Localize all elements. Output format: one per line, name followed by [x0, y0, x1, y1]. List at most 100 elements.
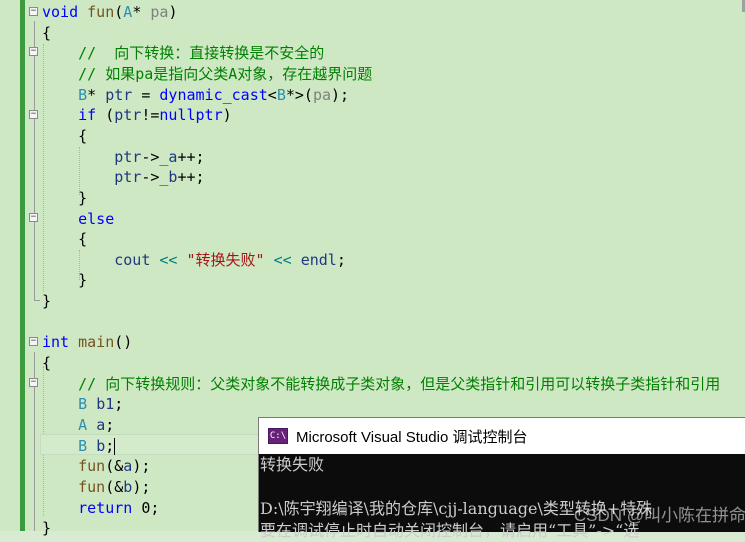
code-token: main [78, 333, 115, 352]
code-line[interactable]: B b; [42, 436, 116, 457]
code-token: != [141, 106, 160, 125]
code-token: nullptr [159, 106, 223, 125]
code-token: B [276, 85, 286, 104]
code-line[interactable]: cout << "转换失败" << endl; [42, 250, 346, 271]
code-token: (& [105, 457, 124, 476]
code-token: ); [132, 477, 151, 496]
code-token: * [132, 3, 151, 21]
code-token: dynamic_cast [159, 85, 268, 104]
code-line[interactable]: } [42, 188, 87, 209]
code-token: (& [105, 477, 124, 496]
code-line[interactable]: } [42, 270, 87, 291]
code-token: ) [168, 3, 178, 21]
code-line[interactable]: // 向下转换规则：父类对象不能转换成子类对象，但是父类指针和引用可以转换子类指… [42, 374, 720, 395]
code-token: ++; [177, 168, 205, 187]
code-token: } [42, 188, 88, 207]
code-token: a [96, 416, 106, 434]
code-token: endl [300, 250, 337, 269]
console-output: 转换失败 D:\陈宇翔编译\我的仓库\cjj-language\类型转换+特殊 … [259, 454, 745, 542]
fold-guide-else [34, 227, 35, 288]
code-token: { [42, 230, 88, 249]
code-token: B [42, 85, 88, 104]
code-line[interactable]: fun(&b); [42, 477, 150, 498]
code-token: ptr [42, 168, 142, 187]
code-line[interactable]: return 0; [42, 498, 159, 519]
code-line[interactable]: { [42, 126, 87, 147]
code-token: } [42, 292, 52, 311]
text-caret [114, 437, 116, 455]
code-token: // 向下转换：直接转换是不安全的 [42, 44, 325, 63]
collapse-if-icon[interactable]: − [29, 110, 38, 119]
code-token: ; [336, 250, 346, 269]
code-token: << [159, 250, 178, 269]
code-line[interactable]: fun(&a); [42, 456, 150, 477]
code-token: A [123, 3, 133, 21]
code-token: -> [141, 168, 160, 187]
code-line[interactable]: { [42, 353, 51, 374]
code-token: -> [141, 147, 160, 166]
collapse-comment-icon[interactable]: − [29, 47, 38, 56]
code-token: A [42, 416, 97, 434]
code-token: ++; [177, 147, 205, 166]
code-token: { [42, 354, 52, 373]
code-token: a [123, 457, 133, 476]
debug-console-window[interactable]: C:\ Microsoft Visual Studio 调试控制台 转换失败 D… [258, 417, 745, 540]
code-token: { [42, 23, 52, 42]
console-title-bar[interactable]: C:\ Microsoft Visual Studio 调试控制台 [259, 418, 745, 454]
code-token: B [42, 395, 97, 414]
code-token: pa [150, 3, 169, 21]
code-token: _b [159, 168, 178, 187]
code-token: << [273, 250, 292, 269]
code-token: ptr [114, 106, 142, 125]
code-line[interactable]: void fun(A* pa) [42, 2, 177, 23]
code-line[interactable]: ptr->_b++; [42, 167, 205, 188]
code-token: return [42, 498, 142, 517]
code-token: ptr [42, 147, 142, 166]
code-token: if [42, 106, 97, 125]
code-line[interactable]: if (ptr!=nullptr) [42, 105, 232, 126]
collapse-else-icon[interactable]: − [29, 213, 38, 222]
code-token: ( [114, 3, 124, 21]
fold-guide-if [34, 122, 35, 201]
code-token: _a [159, 147, 178, 166]
code-line[interactable]: A a; [42, 415, 114, 436]
code-line[interactable]: } [42, 518, 51, 539]
code-token: b [96, 436, 106, 455]
code-line[interactable]: B* ptr = dynamic_cast<B*>(pa); [42, 85, 349, 106]
code-line[interactable]: // 向下转换：直接转换是不安全的 [42, 43, 324, 64]
code-line[interactable]: B b1; [42, 394, 123, 415]
code-line[interactable]: else [42, 209, 114, 230]
code-line[interactable]: { [42, 23, 51, 44]
code-token: else [42, 209, 115, 228]
collapse-comment-main-icon[interactable]: − [29, 378, 38, 387]
code-line[interactable]: ptr->_a++; [42, 147, 205, 168]
code-token: ); [331, 85, 350, 104]
code-token: * [87, 85, 106, 104]
code-token: ; [114, 395, 124, 414]
collapse-fun-icon[interactable]: − [29, 7, 38, 16]
code-token: } [42, 271, 88, 290]
code-token: ); [132, 457, 151, 476]
code-token: cout [42, 250, 151, 269]
code-token: = [132, 85, 160, 104]
code-token: b [123, 477, 133, 496]
code-line[interactable]: { [42, 229, 87, 250]
code-token: void [42, 3, 88, 21]
code-token: "转换失败" [186, 250, 265, 269]
code-line[interactable]: } [42, 291, 51, 312]
code-token: pa [312, 85, 331, 104]
code-token: ) [222, 106, 232, 125]
collapse-main-icon[interactable]: − [29, 337, 38, 346]
code-token: B [42, 436, 97, 455]
code-line[interactable]: // 如果pa是指向父类A对象，存在越界问题 [42, 64, 372, 85]
console-title: Microsoft Visual Studio 调试控制台 [296, 428, 528, 446]
code-token: // 如果pa是指向父类A对象，存在越界问题 [42, 64, 373, 83]
change-tracking-bar [20, 0, 25, 531]
code-token: b1 [96, 395, 115, 414]
code-token: { [42, 126, 88, 145]
code-line[interactable]: int main() [42, 332, 132, 353]
code-token: // 向下转换规则：父类对象不能转换成子类对象，但是父类指针和引用可以转换子类指… [42, 374, 721, 393]
